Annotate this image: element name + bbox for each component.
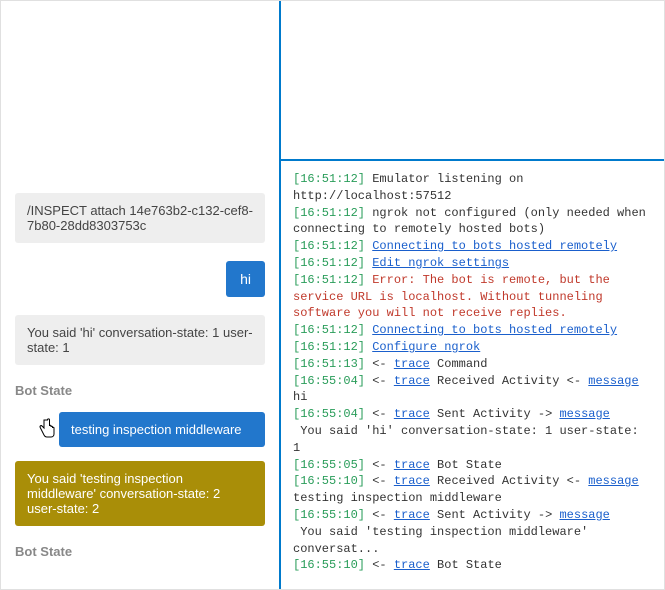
log-text: <- <box>365 458 394 472</box>
log-link[interactable]: message <box>559 508 609 522</box>
log-link[interactable]: Edit ngrok settings <box>372 256 509 270</box>
log-line: [16:51:13] <- trace Command <box>293 356 652 373</box>
hand-cursor-icon <box>37 418 57 445</box>
log-line: [16:51:12] Emulator listening on http://… <box>293 171 652 205</box>
chat-spacer <box>15 13 265 193</box>
log-link[interactable]: trace <box>394 558 430 572</box>
log-line: [16:51:12] ngrok not configured (only ne… <box>293 205 652 239</box>
right-panel: [16:51:12] Emulator listening on http://… <box>281 1 664 589</box>
log-line: [16:55:10] <- trace Sent Activity -> mes… <box>293 507 652 557</box>
log-text: <- <box>365 407 394 421</box>
log-text: Command <box>430 357 488 371</box>
log-text: <- <box>365 558 394 572</box>
log-line: [16:51:12] Connecting to bots hosted rem… <box>293 238 652 255</box>
log-line: [16:55:10] <- trace Received Activity <-… <box>293 473 652 507</box>
log-panel[interactable]: [16:51:12] Emulator listening on http://… <box>281 161 664 589</box>
log-timestamp: [16:51:12] <box>293 323 365 337</box>
log-text: <- <box>365 374 394 388</box>
log-text: <- <box>365 508 394 522</box>
log-text: Bot State <box>430 558 502 572</box>
log-link[interactable]: message <box>559 407 609 421</box>
bot-reply-2[interactable]: You said 'testing inspection middleware'… <box>15 461 265 526</box>
log-text: <- <box>365 474 394 488</box>
log-timestamp: [16:55:10] <box>293 508 365 522</box>
log-timestamp: [16:55:10] <box>293 474 365 488</box>
log-timestamp: [16:51:12] <box>293 273 365 287</box>
log-timestamp: [16:51:12] <box>293 256 365 270</box>
log-link[interactable]: trace <box>394 508 430 522</box>
log-timestamp: [16:51:12] <box>293 206 365 220</box>
log-timestamp: [16:51:13] <box>293 357 365 371</box>
log-link[interactable]: trace <box>394 374 430 388</box>
log-link[interactable]: message <box>588 374 638 388</box>
log-link[interactable]: Configure ngrok <box>372 340 480 354</box>
log-timestamp: [16:55:05] <box>293 458 365 472</box>
log-line: [16:55:04] <- trace Sent Activity -> mes… <box>293 406 652 456</box>
log-link[interactable]: trace <box>394 357 430 371</box>
app-container: /INSPECT attach 14e763b2-c132-cef8-7b80-… <box>1 1 664 589</box>
log-line: [16:55:10] <- trace Bot State <box>293 557 652 574</box>
system-attach-message[interactable]: /INSPECT attach 14e763b2-c132-cef8-7b80-… <box>15 193 265 243</box>
log-line: [16:51:12] Connecting to bots hosted rem… <box>293 322 652 339</box>
log-timestamp: [16:55:04] <box>293 374 365 388</box>
log-text: Received Activity <- <box>430 474 588 488</box>
log-link[interactable]: message <box>588 474 638 488</box>
inspector-top <box>281 1 664 161</box>
log-timestamp: [16:55:04] <box>293 407 365 421</box>
log-text: Bot State <box>430 458 502 472</box>
log-link[interactable]: trace <box>394 474 430 488</box>
log-text: Sent Activity -> <box>430 407 560 421</box>
log-line: [16:51:12] Error: The bot is remote, but… <box>293 272 652 322</box>
log-timestamp: [16:51:12] <box>293 340 365 354</box>
log-link[interactable]: trace <box>394 407 430 421</box>
log-link[interactable]: trace <box>394 458 430 472</box>
log-text: Sent Activity -> <box>430 508 560 522</box>
log-timestamp: [16:51:12] <box>293 239 365 253</box>
log-text: <- <box>365 357 394 371</box>
user-message-hi[interactable]: hi <box>226 261 265 297</box>
user-message-testing-text: testing inspection middleware <box>71 422 242 437</box>
log-link[interactable]: Connecting to bots hosted remotely <box>372 323 617 337</box>
log-text: Received Activity <- <box>430 374 588 388</box>
bot-reply-1[interactable]: You said 'hi' conversation-state: 1 user… <box>15 315 265 365</box>
bot-state-label-1[interactable]: Bot State <box>15 383 265 398</box>
log-line: [16:55:04] <- trace Received Activity <-… <box>293 373 652 407</box>
user-message-testing[interactable]: testing inspection middleware <box>59 412 265 447</box>
log-line: [16:51:12] Edit ngrok settings <box>293 255 652 272</box>
log-text: You said 'testing inspection middleware'… <box>293 525 595 556</box>
log-text: You said 'hi' conversation-state: 1 user… <box>293 424 646 455</box>
chat-panel: /INSPECT attach 14e763b2-c132-cef8-7b80-… <box>1 1 281 589</box>
log-line: [16:55:05] <- trace Bot State <box>293 457 652 474</box>
log-timestamp: [16:51:12] <box>293 172 365 186</box>
bot-state-label-2[interactable]: Bot State <box>15 544 265 559</box>
log-link[interactable]: Connecting to bots hosted remotely <box>372 239 617 253</box>
log-timestamp: [16:55:10] <box>293 558 365 572</box>
log-line: [16:51:12] Configure ngrok <box>293 339 652 356</box>
